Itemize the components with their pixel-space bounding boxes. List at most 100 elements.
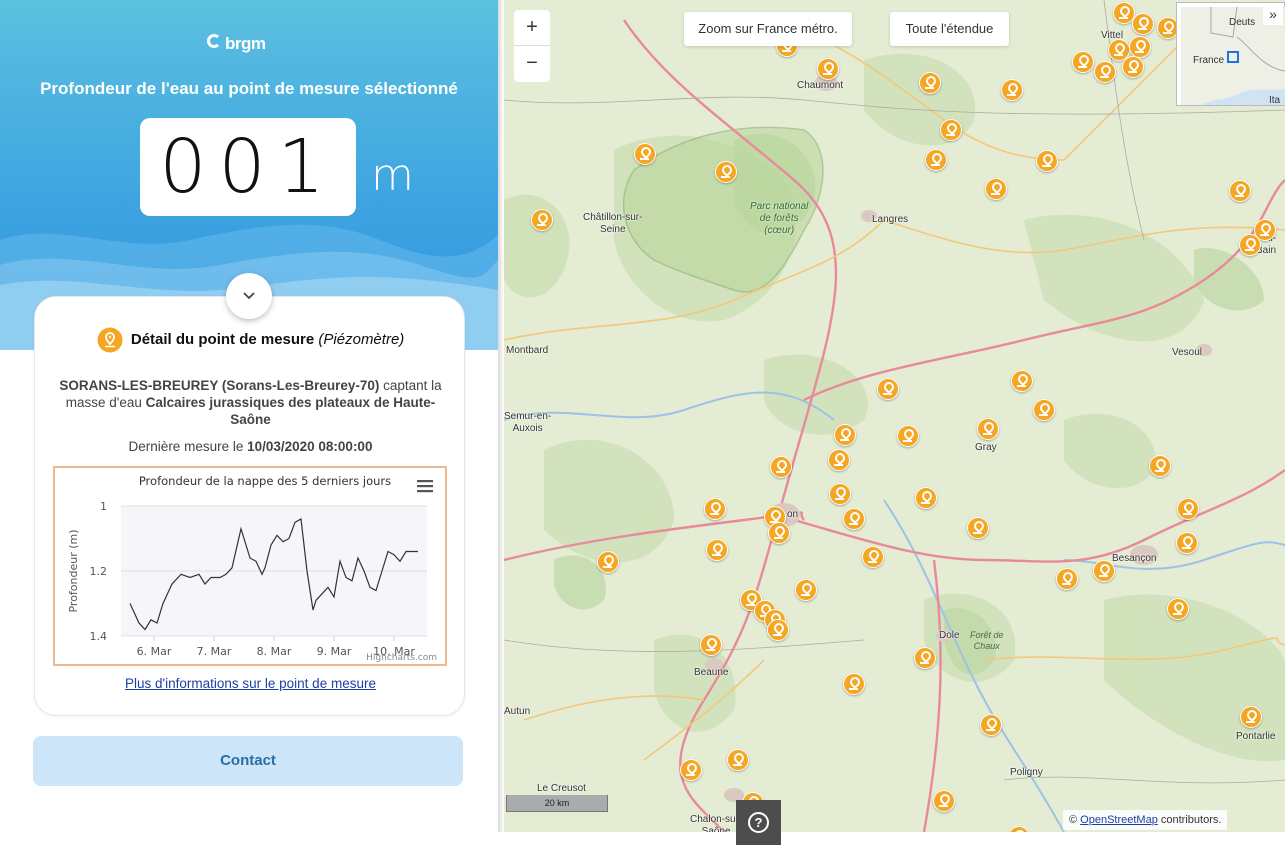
map-marker[interactable]	[1149, 455, 1171, 477]
map-marker[interactable]	[919, 72, 941, 94]
map-marker[interactable]	[1167, 598, 1189, 620]
map-marker[interactable]	[862, 546, 884, 568]
map-marker[interactable]	[985, 178, 1007, 200]
map-marker[interactable]	[897, 425, 919, 447]
more-info-link[interactable]: Plus d'informations sur le point de mesu…	[35, 676, 466, 691]
map-marker[interactable]	[1240, 706, 1262, 728]
map-marker[interactable]	[700, 634, 722, 656]
map-marker[interactable]	[933, 790, 955, 812]
overview-map[interactable]: Deuts France Ita »	[1176, 2, 1285, 106]
place-label-langres: Langres	[872, 214, 909, 225]
page-title: Profondeur de l'eau au point de mesure s…	[40, 79, 458, 98]
map-marker[interactable]	[715, 161, 737, 183]
map-tiles[interactable]	[504, 0, 1285, 832]
help-button[interactable]: ?	[736, 800, 781, 845]
station-description: SORANS-LES-BREUREY (Sorans-Les-Breurey-7…	[59, 378, 442, 427]
chevron-down-icon	[243, 292, 255, 300]
y-tick-label: 1.2	[90, 565, 108, 578]
y-tick-label: 1	[100, 500, 107, 513]
map-marker[interactable]	[1001, 79, 1023, 101]
place-label-gray: Gray	[975, 442, 997, 453]
chart-credit[interactable]: Highcharts.com	[366, 653, 437, 663]
map-marker[interactable]	[767, 619, 789, 641]
zoom-out-button[interactable]: −	[514, 46, 550, 82]
water-body-name: Calcaires jurassiques des plateaux de Ha…	[145, 395, 436, 427]
map-marker[interactable]	[914, 647, 936, 669]
contact-button[interactable]: Contact	[33, 736, 463, 786]
collapse-toggle-button[interactable]	[226, 273, 272, 319]
map-marker[interactable]	[1072, 51, 1094, 73]
map-marker[interactable]	[1056, 568, 1078, 590]
depth-chart: Profondeur de la nappe des 5 derniers jo…	[53, 466, 447, 666]
map-attribution: © OpenStreetMap contributors.	[1063, 810, 1228, 830]
x-tick-label: 7. Mar	[197, 645, 232, 658]
osm-link[interactable]: OpenStreetMap	[1080, 814, 1158, 826]
chart-menu-icon[interactable]	[417, 480, 433, 493]
map-marker[interactable]	[1176, 532, 1198, 554]
map-marker[interactable]	[706, 539, 728, 561]
place-label-chatillon: Châtillon-sur- Seine	[583, 212, 643, 235]
map-marker[interactable]	[1132, 13, 1154, 35]
card-title: Détail du point de mesure (Piézomètre)	[35, 327, 466, 353]
map-marker[interactable]	[704, 498, 726, 520]
map-marker[interactable]	[967, 517, 989, 539]
x-tick-label: 9. Mar	[317, 645, 352, 658]
overview-extent-box[interactable]	[1227, 51, 1239, 63]
map-marker[interactable]	[915, 487, 937, 509]
map-marker[interactable]	[1033, 399, 1055, 421]
map-marker[interactable]	[925, 149, 947, 171]
map-marker[interactable]	[1122, 56, 1144, 78]
map-marker[interactable]	[828, 449, 850, 471]
last-measure-date: 10/03/2020 08:00:00	[247, 439, 373, 454]
map-marker[interactable]	[1093, 560, 1115, 582]
map-marker[interactable]	[1094, 61, 1116, 83]
map-marker[interactable]	[634, 143, 656, 165]
map-marker[interactable]	[980, 714, 1002, 736]
place-label-poligny: Poligny	[1010, 767, 1043, 778]
place-label-autun: Autun	[504, 706, 531, 717]
overview-label-deutschland: Deuts	[1229, 17, 1256, 28]
chart-canvas: Profondeur de la nappe des 5 derniers jo…	[55, 468, 445, 664]
zoom-in-button[interactable]: +	[514, 10, 550, 46]
map-marker[interactable]	[1129, 36, 1151, 58]
map-marker[interactable]	[531, 209, 553, 231]
y-axis-label: Profondeur (m)	[67, 529, 80, 612]
measure-point-card: Détail du point de mesure (Piézomètre) S…	[34, 296, 465, 716]
x-tick-label: 6. Mar	[137, 645, 172, 658]
place-label-chalon: Chalon-sur- Saône	[690, 814, 743, 832]
map-marker[interactable]	[834, 424, 856, 446]
full-extent-button[interactable]: Toute l'étendue	[890, 12, 1009, 46]
map-view[interactable]: Chaumont Vittel Châtillon-sur- Seine Lan…	[504, 0, 1285, 832]
place-label-park: Parc national de forêts (cœur)	[750, 201, 809, 236]
map-marker[interactable]	[843, 508, 865, 530]
map-marker[interactable]	[817, 58, 839, 80]
map-marker[interactable]	[1239, 234, 1261, 256]
place-label-beaune: Beaune	[694, 667, 729, 678]
station-name: SORANS-LES-BREUREY (Sorans-Les-Breurey-7…	[59, 378, 380, 393]
zoom-france-button[interactable]: Zoom sur France métro.	[684, 12, 852, 46]
overview-toggle-button[interactable]: »	[1263, 5, 1283, 25]
map-marker[interactable]	[843, 673, 865, 695]
map-marker[interactable]	[940, 119, 962, 141]
overview-label-italia: Ita	[1269, 95, 1281, 105]
map-marker[interactable]	[977, 418, 999, 440]
map-marker[interactable]	[727, 749, 749, 771]
map-marker[interactable]	[680, 759, 702, 781]
map-marker[interactable]	[1177, 498, 1199, 520]
map-marker[interactable]	[768, 522, 790, 544]
map-marker[interactable]	[1229, 180, 1251, 202]
help-icon: ?	[748, 812, 769, 833]
chart-title: Profondeur de la nappe des 5 derniers jo…	[139, 474, 391, 488]
depth-display: 001	[140, 118, 356, 216]
place-label-montbard: Montbard	[506, 345, 549, 356]
place-label-dijon: on	[787, 509, 799, 520]
map-marker[interactable]	[795, 579, 817, 601]
map-marker[interactable]	[1036, 150, 1058, 172]
map-marker[interactable]	[1011, 370, 1033, 392]
map-marker[interactable]	[770, 456, 792, 478]
place-label-vesoul: Vesoul	[1172, 347, 1203, 358]
scale-bar: 20 km	[506, 795, 608, 812]
map-marker[interactable]	[597, 551, 619, 573]
map-marker[interactable]	[877, 378, 899, 400]
map-marker[interactable]	[829, 483, 851, 505]
